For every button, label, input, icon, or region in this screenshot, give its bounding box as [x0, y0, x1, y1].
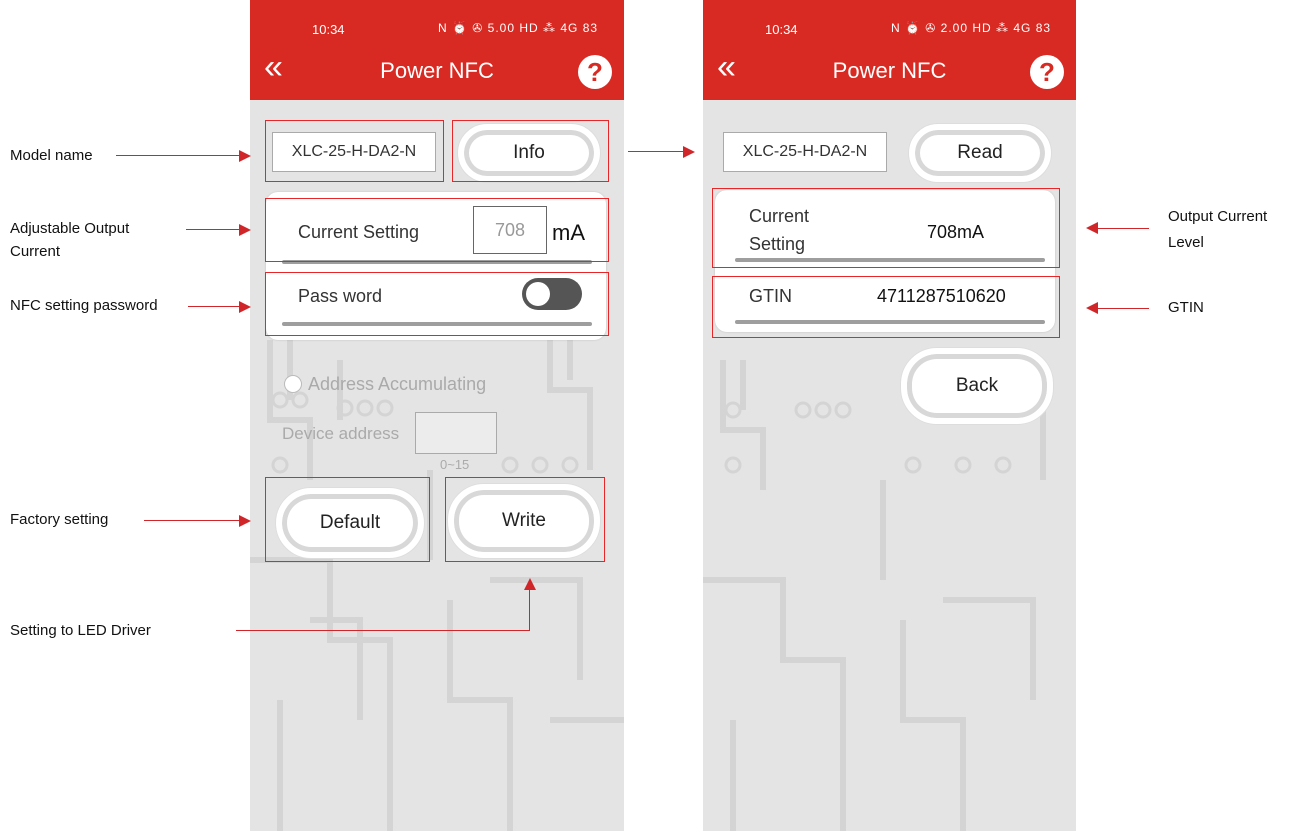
help-icon[interactable]: ?	[578, 55, 612, 89]
highlight-info-button	[452, 120, 609, 182]
highlight-model-name	[265, 120, 444, 182]
address-accumulating-radio[interactable]	[284, 375, 302, 393]
annotation-factory-setting: Factory setting	[10, 511, 109, 528]
device-address-range: 0~15	[440, 457, 470, 472]
highlight-current-setting	[265, 198, 609, 262]
annotation-setting-to-driver: Setting to LED Driver	[10, 622, 151, 639]
highlight-output-current	[712, 188, 1060, 268]
annotation-gtin: GTIN	[1168, 299, 1204, 316]
arrow-line	[529, 590, 530, 631]
arrow-line	[188, 306, 240, 307]
annotation-output-current-line2: Level	[1168, 234, 1204, 251]
arrow-line	[116, 155, 240, 156]
arrow-head	[683, 146, 695, 158]
annotation-model-name: Model name	[10, 147, 93, 164]
app-header: 10:34 N ⏰ ✇ 5.00 HD ⁂ 4G 83 « Power NFC …	[250, 0, 624, 100]
help-icon[interactable]: ?	[1030, 55, 1064, 89]
page-title: Power NFC	[832, 58, 947, 83]
highlight-gtin	[712, 276, 1060, 338]
status-icons: N ⏰ ✇ 5.00 HD ⁂ 4G 83	[438, 21, 599, 35]
status-time: 10:34	[312, 22, 345, 37]
arrow-head	[239, 301, 251, 313]
app-header: 10:34 N ⏰ ✇ 2.00 HD ⁂ 4G 83 « Power NFC …	[703, 0, 1076, 100]
highlight-default-button	[265, 477, 430, 562]
highlight-password	[265, 272, 609, 336]
arrow-line	[1097, 228, 1149, 229]
arrow-head	[524, 578, 536, 590]
highlight-write-button	[445, 477, 605, 562]
arrow-line	[236, 630, 529, 631]
model-name-field[interactable]: XLC-25-H-DA2-N	[723, 132, 887, 172]
annotation-adjustable-output-line2: Current	[10, 243, 61, 260]
status-icons: N ⏰ ✇ 2.00 HD ⁂ 4G 83	[891, 21, 1052, 35]
address-accumulating-label: Address Accumulating	[308, 374, 487, 394]
arrow-line	[1097, 308, 1149, 309]
annotation-adjustable-output-line1: Adjustable Output	[10, 220, 130, 237]
phone-screen-info: 10:34 N ⏰ ✇ 2.00 HD ⁂ 4G 83 « Power NFC …	[703, 0, 1076, 831]
annotation-nfc-password: NFC setting password	[10, 297, 158, 314]
device-address-input[interactable]	[415, 412, 497, 454]
arrow-head	[239, 224, 251, 236]
status-time: 10:34	[765, 22, 798, 37]
page-title: Power NFC	[380, 58, 494, 83]
back-button[interactable]: Back	[901, 348, 1053, 424]
arrow-head	[239, 150, 251, 162]
device-address-label: Device address	[282, 424, 400, 443]
arrow-line	[628, 151, 684, 152]
arrow-head	[239, 515, 251, 527]
annotation-output-current-line1: Output Current	[1168, 208, 1268, 225]
read-button[interactable]: Read	[909, 124, 1051, 182]
arrow-line	[186, 229, 240, 230]
arrow-line	[144, 520, 240, 521]
